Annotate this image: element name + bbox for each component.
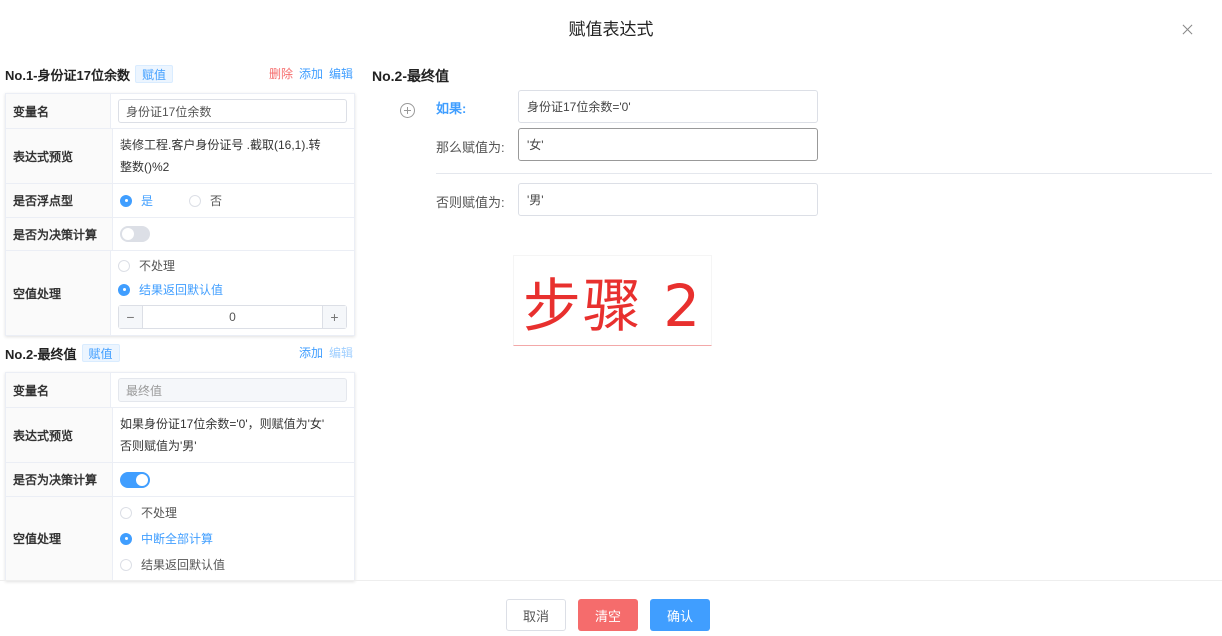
expr-preview-label: 表达式预览 xyxy=(6,129,113,183)
expr-preview-line1: 如果身份证17位余数='0'，则赋值为'女' xyxy=(120,417,325,431)
section1-edit-link[interactable]: 编辑 xyxy=(329,65,353,82)
decision-label: 是否为决策计算 xyxy=(6,218,113,250)
section2-card: 变量名 最终值 表达式预览 如果身份证17位余数='0'，则赋值为'女' 否则赋… xyxy=(5,372,355,581)
var-name-label: 变量名 xyxy=(6,373,111,407)
section2-add-link[interactable]: 添加 xyxy=(299,344,323,361)
expr-preview-line1: 装修工程.客户身份证号 .截取(16,1).转 xyxy=(120,138,321,152)
null-default-radio[interactable]: 结果返回默认值 xyxy=(120,556,225,573)
var-name-label: 变量名 xyxy=(6,94,111,128)
if-label: 如果: xyxy=(436,101,467,116)
else-value-input[interactable]: '男' xyxy=(518,183,818,216)
null-abort-radio[interactable]: 中断全部计算 xyxy=(120,530,213,547)
section2-tag: 赋值 xyxy=(81,344,120,362)
divider xyxy=(436,173,1212,174)
then-value-input[interactable]: '女' xyxy=(518,128,818,161)
dialog-title: 赋值表达式 xyxy=(568,20,654,39)
section1-delete-link[interactable]: 删除 xyxy=(269,65,293,82)
plus-icon[interactable]: + xyxy=(322,306,346,328)
float-yes-radio[interactable]: 是 xyxy=(120,192,153,209)
radio-unchecked-icon xyxy=(120,558,132,571)
minus-icon[interactable]: − xyxy=(119,306,143,328)
cancel-button[interactable]: 取消 xyxy=(506,599,566,631)
step-annotation: 步骤 2 xyxy=(513,255,712,346)
float-no-radio[interactable]: 否 xyxy=(189,192,222,209)
radio-unchecked-icon xyxy=(189,194,202,207)
section1-header: No.1-身份证17位余数 赋值 删除 添加 编辑 xyxy=(5,64,355,84)
radio-checked-icon xyxy=(120,532,132,545)
step-annotation-text: 步骤 2 xyxy=(522,271,703,340)
float-label: 是否浮点型 xyxy=(6,184,113,217)
then-label: 那么赋值为: xyxy=(436,140,505,155)
section1-add-link[interactable]: 添加 xyxy=(299,65,323,82)
footer-divider xyxy=(0,580,1222,581)
decision-label: 是否为决策计算 xyxy=(6,463,113,496)
editor-title: No.2-最终值 xyxy=(372,68,449,84)
section2-edit-link[interactable]: 编辑 xyxy=(329,344,353,361)
section1-title: No.1-身份证17位余数 xyxy=(5,67,130,83)
var-name-input[interactable]: 身份证17位余数 xyxy=(118,99,347,123)
section2-header: No.2-最终值 赋值 添加 编辑 xyxy=(5,343,355,363)
stepper-value[interactable]: 0 xyxy=(143,310,322,324)
null-default-radio[interactable]: 结果返回默认值 xyxy=(118,281,223,298)
section1-card: 变量名 身份证17位余数 表达式预览 装修工程.客户身份证号 .截取(16,1)… xyxy=(5,93,355,336)
expr-preview-label: 表达式预览 xyxy=(6,408,113,462)
expr-preview-line2: 否则赋值为'男' xyxy=(120,439,197,453)
null-handling-label: 空值处理 xyxy=(6,497,113,580)
null-handling-label: 空值处理 xyxy=(6,251,111,335)
decision-toggle[interactable] xyxy=(120,471,150,488)
clear-button[interactable]: 清空 xyxy=(578,599,638,631)
null-none-radio[interactable]: 不处理 xyxy=(120,504,177,521)
expr-preview-line2: 整数()%2 xyxy=(120,160,170,174)
decision-toggle[interactable] xyxy=(120,226,150,242)
radio-checked-icon xyxy=(118,283,130,296)
if-condition-input[interactable]: 身份证17位余数='0' xyxy=(518,90,818,123)
section1-tag: 赋值 xyxy=(134,65,173,83)
else-label: 否则赋值为: xyxy=(436,195,505,210)
close-icon[interactable] xyxy=(1180,22,1196,38)
default-value-stepper[interactable]: − 0 + xyxy=(118,305,347,329)
confirm-button[interactable]: 确认 xyxy=(650,599,710,631)
var-name-input-disabled: 最终值 xyxy=(118,378,347,402)
radio-unchecked-icon xyxy=(118,259,130,272)
radio-checked-icon xyxy=(120,194,132,207)
radio-unchecked-icon xyxy=(120,506,132,519)
add-condition-icon[interactable] xyxy=(400,103,415,118)
section2-title: No.2-最终值 xyxy=(5,346,77,362)
null-none-radio[interactable]: 不处理 xyxy=(118,257,175,274)
